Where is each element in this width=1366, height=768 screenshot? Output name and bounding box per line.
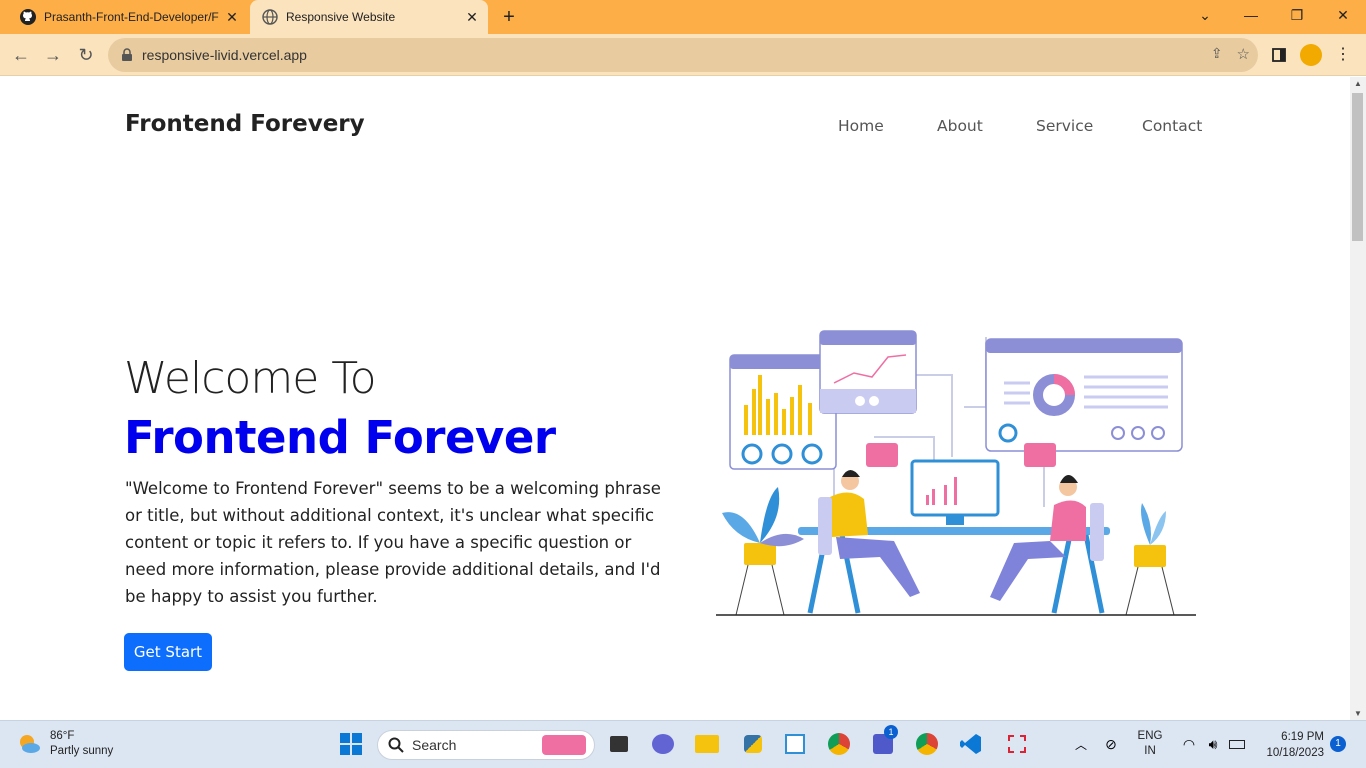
start-windows-icon[interactable] xyxy=(338,731,364,757)
language-line2: IN xyxy=(1144,745,1156,757)
nav-about[interactable]: About xyxy=(937,117,983,135)
tab-responsive-website[interactable]: Responsive Website ✕ xyxy=(250,0,488,34)
minimize-icon[interactable]: — xyxy=(1228,0,1274,30)
browser-toolbar: ← → ↻ responsive-livid.vercel.app ⇪ ☆ ⋮ xyxy=(0,34,1366,76)
language-line1: ENG xyxy=(1137,730,1163,742)
clock-time: 6:19 PM xyxy=(1281,731,1324,743)
nav-home[interactable]: Home xyxy=(838,117,884,135)
forward-icon[interactable]: → xyxy=(40,42,66,68)
globe-icon xyxy=(262,9,278,25)
page-scrollbar[interactable]: ▲ ▼ xyxy=(1350,77,1366,720)
browser-menu-icon[interactable]: ⋮ xyxy=(1330,42,1356,68)
url-text: responsive-livid.vercel.app xyxy=(142,47,307,63)
clock-date: 10/18/2023 xyxy=(1266,747,1324,759)
address-bar[interactable]: responsive-livid.vercel.app ⇪ ☆ xyxy=(108,38,1258,72)
tab-label: Prasanth-Front-End-Developer/F xyxy=(44,10,219,24)
bookmark-star-icon[interactable]: ☆ xyxy=(1237,45,1250,63)
line-chart-panel xyxy=(819,330,917,414)
chrome-active-icon[interactable] xyxy=(914,731,940,757)
site-brand[interactable]: Frontend Forevery xyxy=(125,111,365,137)
windows-taskbar: 86°F Partly sunny Search 1 ︿ ⊘ ENG IN ◠ … xyxy=(0,720,1366,768)
weather-temp: 86°F xyxy=(50,730,75,742)
search-icon xyxy=(388,737,404,753)
snipping-tool-icon[interactable] xyxy=(1004,731,1030,757)
teams-icon[interactable]: 1 xyxy=(870,725,898,757)
teams-badge: 1 xyxy=(884,725,898,739)
get-start-button[interactable]: Get Start xyxy=(124,633,212,671)
monitor xyxy=(910,459,1000,525)
share-icon[interactable]: ⇪ xyxy=(1211,45,1223,63)
nav-service[interactable]: Service xyxy=(1036,117,1093,135)
back-icon[interactable]: ← xyxy=(8,42,34,68)
vscode-icon[interactable] xyxy=(958,731,984,757)
scroll-up-icon[interactable]: ▲ xyxy=(1353,79,1363,88)
scrollbar-thumb[interactable] xyxy=(1352,93,1363,241)
plant-left xyxy=(722,487,804,616)
partly-sunny-icon xyxy=(20,735,40,753)
hero-illustration xyxy=(716,330,1196,616)
browser-tab-strip: Prasanth-Front-End-Developer/F ✕ Respons… xyxy=(0,0,1366,34)
close-tab-icon[interactable]: ✕ xyxy=(222,9,242,26)
language-indicator[interactable]: ENG IN xyxy=(1136,729,1164,759)
lock-icon xyxy=(122,48,132,61)
hero-title-line2: Frontend Forever xyxy=(124,411,556,464)
hero-paragraph: "Welcome to Frontend Forever" seems to b… xyxy=(125,479,661,606)
volume-icon[interactable]: 🔊︎ xyxy=(1200,731,1226,757)
plant-right xyxy=(1125,503,1175,616)
notification-badge[interactable]: 1 xyxy=(1330,736,1346,752)
side-panel-icon[interactable] xyxy=(1266,42,1292,68)
github-icon xyxy=(20,9,36,25)
hero-title-line1: Welcome To xyxy=(124,353,377,404)
tab-label: Responsive Website xyxy=(286,10,396,24)
restore-icon[interactable]: ❐ xyxy=(1274,0,1320,30)
system-clock[interactable]: 6:19 PM 10/18/2023 xyxy=(1256,729,1324,761)
close-window-icon[interactable]: ✕ xyxy=(1320,0,1366,30)
show-hidden-icons-icon[interactable]: ︿ xyxy=(1068,731,1094,757)
python-icon[interactable] xyxy=(740,731,766,757)
wifi-icon[interactable]: ◠ xyxy=(1176,731,1202,757)
new-tab-button[interactable]: + xyxy=(497,6,521,28)
tab-github[interactable]: Prasanth-Front-End-Developer/F ✕ xyxy=(8,0,248,34)
task-view-icon[interactable] xyxy=(606,731,632,757)
battery-icon[interactable] xyxy=(1224,731,1250,757)
chat-icon[interactable] xyxy=(650,731,676,757)
close-tab-icon[interactable]: ✕ xyxy=(462,9,482,26)
nav-contact[interactable]: Contact xyxy=(1142,117,1202,135)
file-explorer-icon[interactable] xyxy=(694,731,720,757)
search-placeholder: Search xyxy=(412,737,457,753)
weather-desc: Partly sunny xyxy=(50,745,114,757)
reload-icon[interactable]: ↻ xyxy=(73,42,99,68)
web-page: Frontend Forevery Home About Service Con… xyxy=(0,77,1350,720)
search-highlight-icon xyxy=(542,735,586,755)
weather-widget[interactable]: 86°F Partly sunny xyxy=(16,729,113,759)
dashboard-panel xyxy=(985,338,1183,452)
profile-avatar[interactable] xyxy=(1298,42,1324,68)
tab-search-icon[interactable]: ⌄ xyxy=(1182,0,1228,30)
scroll-down-icon[interactable]: ▼ xyxy=(1353,709,1363,718)
editor-icon[interactable] xyxy=(782,731,808,757)
taskbar-search-box[interactable]: Search xyxy=(377,730,595,760)
network-status-icon[interactable]: ⊘ xyxy=(1098,731,1124,757)
chrome-icon[interactable] xyxy=(826,731,852,757)
